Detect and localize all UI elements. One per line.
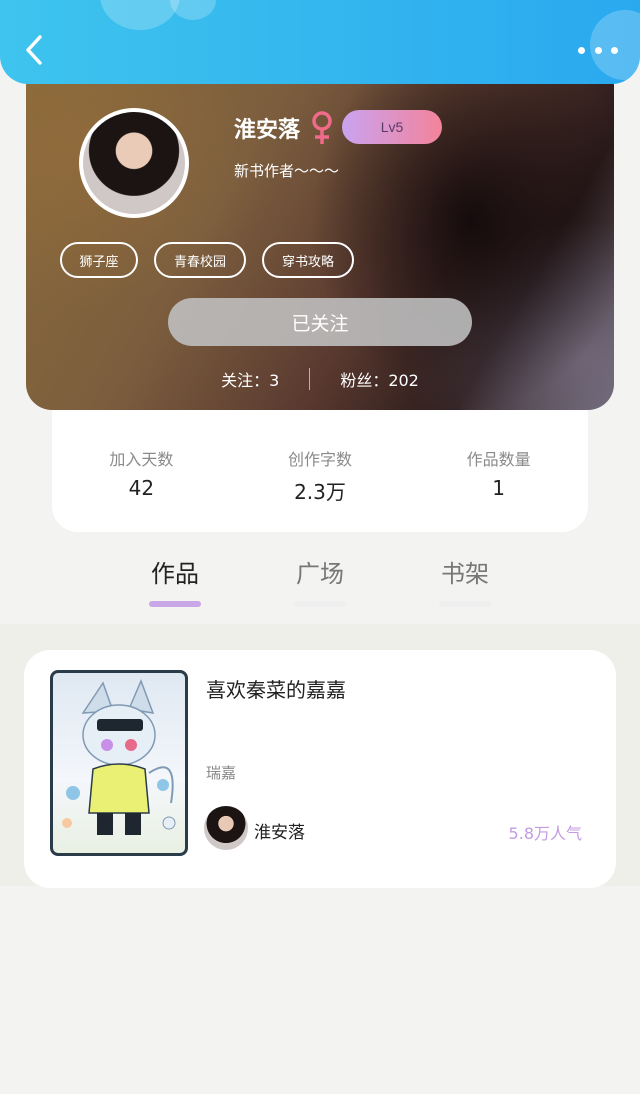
decor-bubble [100, 0, 180, 30]
female-icon [312, 111, 332, 144]
tab-bookshelf[interactable]: 书架 [420, 554, 510, 607]
work-card[interactable]: 喜欢秦菜的嘉嘉 瑞嘉 淮安落 5.8万人气 [24, 650, 616, 888]
tab-label: 作品 [151, 560, 199, 588]
tag-campus[interactable]: 青春校园 [154, 242, 246, 278]
back-button[interactable] [18, 30, 50, 70]
cover-illustration [62, 678, 176, 835]
popularity-count: 5.8万人气 [508, 824, 582, 843]
tag-guide[interactable]: 穿书攻略 [262, 242, 354, 278]
author-name: 淮安落 [254, 823, 305, 843]
author-avatar [204, 806, 248, 850]
tab-square[interactable]: 广场 [275, 554, 365, 607]
more-button[interactable] [578, 36, 618, 64]
tag-zodiac[interactable]: 狮子座 [60, 242, 138, 278]
stats-card: 加入天数 42 创作字数 2.3万 作品数量 1 [52, 390, 588, 532]
tab-label: 书架 [441, 560, 489, 588]
following-count[interactable]: 关注：3 [221, 367, 279, 391]
level-badge: Lv5 [342, 110, 442, 144]
user-name: 淮安落 [234, 118, 301, 143]
stat-value: 2.3万 [294, 480, 346, 504]
tab-active-indicator [149, 601, 201, 607]
work-tag: 瑞嘉 [206, 764, 237, 782]
follow-button[interactable]: 已关注 [168, 298, 472, 346]
tab-bar: 作品 广场 书架 [0, 550, 640, 616]
tab-indicator [439, 601, 491, 607]
tab-indicator [294, 601, 346, 607]
tab-works[interactable]: 作品 [130, 554, 220, 607]
stat-works-count: 作品数量 1 [424, 446, 574, 532]
stat-join-days: 加入天数 42 [66, 446, 216, 532]
decor-bubble [170, 0, 216, 20]
avatar[interactable] [79, 108, 189, 218]
stat-word-count: 创作字数 2.3万 [245, 446, 395, 532]
signature: 新书作者～～～ [234, 162, 340, 180]
stat-label: 作品数量 [466, 450, 531, 469]
stat-value: 42 [128, 476, 155, 500]
follow-stats: 关注：3 粉丝：202 [26, 366, 614, 392]
profile-card: 淮安落 Lv5 新书作者～～～ 狮子座 青春校园 穿书攻略 已关注 关注：3 粉… [26, 60, 614, 410]
tab-label: 广场 [296, 560, 344, 588]
more-dots-icon [578, 46, 585, 54]
stat-label: 创作字数 [287, 450, 352, 469]
fans-count[interactable]: 粉丝：202 [340, 367, 419, 391]
book-cover[interactable] [50, 670, 188, 856]
stat-value: 1 [492, 476, 505, 500]
stat-label: 加入天数 [109, 450, 174, 469]
chevron-left-icon [26, 35, 42, 65]
top-bar [0, 0, 640, 84]
work-title[interactable]: 喜欢秦菜的嘉嘉 [206, 674, 346, 703]
divider [309, 368, 311, 390]
